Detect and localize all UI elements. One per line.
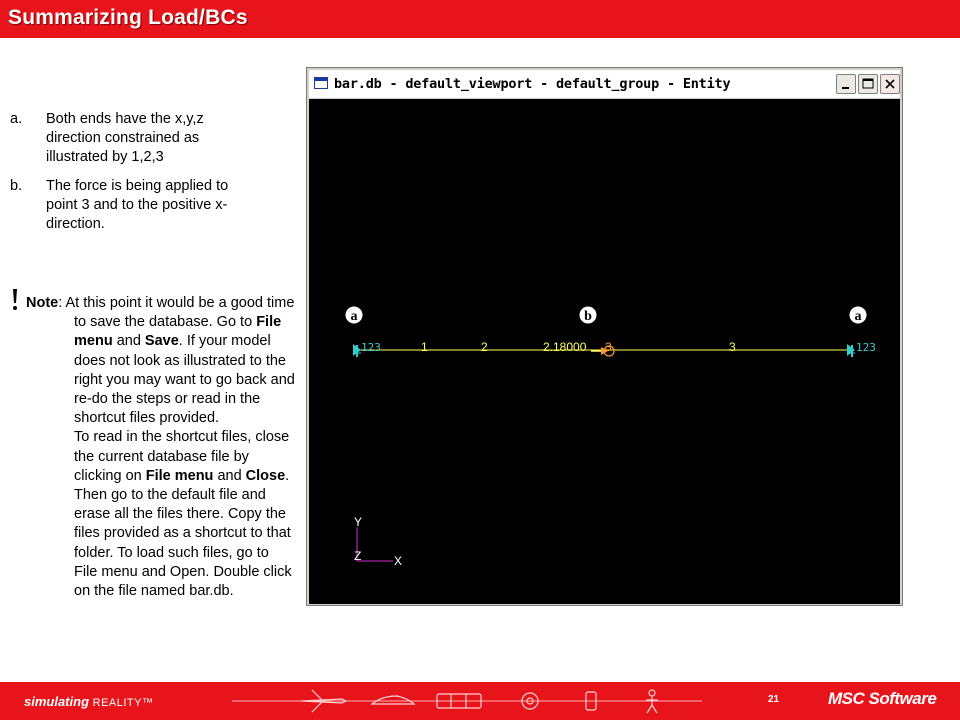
maximize-button[interactable] xyxy=(858,74,878,94)
svg-text:a: a xyxy=(351,309,358,324)
patran-viewport-window[interactable]: bar.db - default_viewport - default_grou… xyxy=(306,67,903,606)
svg-text:b: b xyxy=(584,309,592,324)
window-titlebar[interactable]: bar.db - default_viewport - default_grou… xyxy=(309,70,900,99)
close-button[interactable] xyxy=(880,74,900,94)
msc-logo: MSC Software xyxy=(828,689,937,708)
note-text: Note: At this point it would be a good t… xyxy=(26,295,295,600)
footer-bar: simulating REALITY™ 21 MSC Software xyxy=(0,682,960,720)
minimize-icon xyxy=(842,87,849,89)
window-title: bar.db - default_viewport - default_grou… xyxy=(334,76,731,92)
list-marker: b. xyxy=(10,178,23,194)
left-constraint-label: 123 xyxy=(361,341,381,354)
axis-y-label: Y xyxy=(354,515,362,529)
footer-brand: simulating REALITY™ xyxy=(24,694,154,709)
axis-triad: Y Z X xyxy=(354,515,402,568)
callout-b: b xyxy=(578,305,598,325)
list-text: Both ends have the x,y,z direction const… xyxy=(46,111,204,165)
right-constraint-label: 123 xyxy=(856,341,876,354)
callout-a-right: a xyxy=(848,305,868,325)
force-node-label: 3 xyxy=(605,340,612,354)
element-label-3: 3 xyxy=(729,340,736,354)
car-icon xyxy=(370,695,416,705)
app-icon[interactable] xyxy=(314,77,328,89)
force-value-label: 2.18000 xyxy=(543,340,587,354)
list-marker: a. xyxy=(10,111,23,127)
footer-decoration xyxy=(232,689,702,714)
node-label-2: 2 xyxy=(481,340,488,354)
close-icon xyxy=(885,79,895,89)
slide-title: Summarizing Load/BCs xyxy=(8,6,248,29)
axis-z-label: Z xyxy=(354,549,361,563)
graphics-viewport[interactable]: a b a 123 1 2 2.18000 3 3 123 Y Z X xyxy=(309,99,900,604)
right-constraint-icon xyxy=(847,344,855,357)
node-label-1: 1 xyxy=(421,340,428,354)
maximize-icon xyxy=(862,78,874,89)
left-constraint-icon xyxy=(353,344,361,357)
exclamation-icon xyxy=(13,289,17,310)
list-text: The force is being applied to point 3 an… xyxy=(46,178,229,232)
header-bar: Summarizing Load/BCs xyxy=(0,0,960,38)
minimize-button[interactable] xyxy=(836,74,856,94)
page-number: 21 xyxy=(768,694,780,705)
note-label: Note xyxy=(26,295,59,311)
callout-a-left: a xyxy=(344,305,364,325)
svg-text:a: a xyxy=(855,309,862,324)
axis-x-label: X xyxy=(394,554,402,568)
